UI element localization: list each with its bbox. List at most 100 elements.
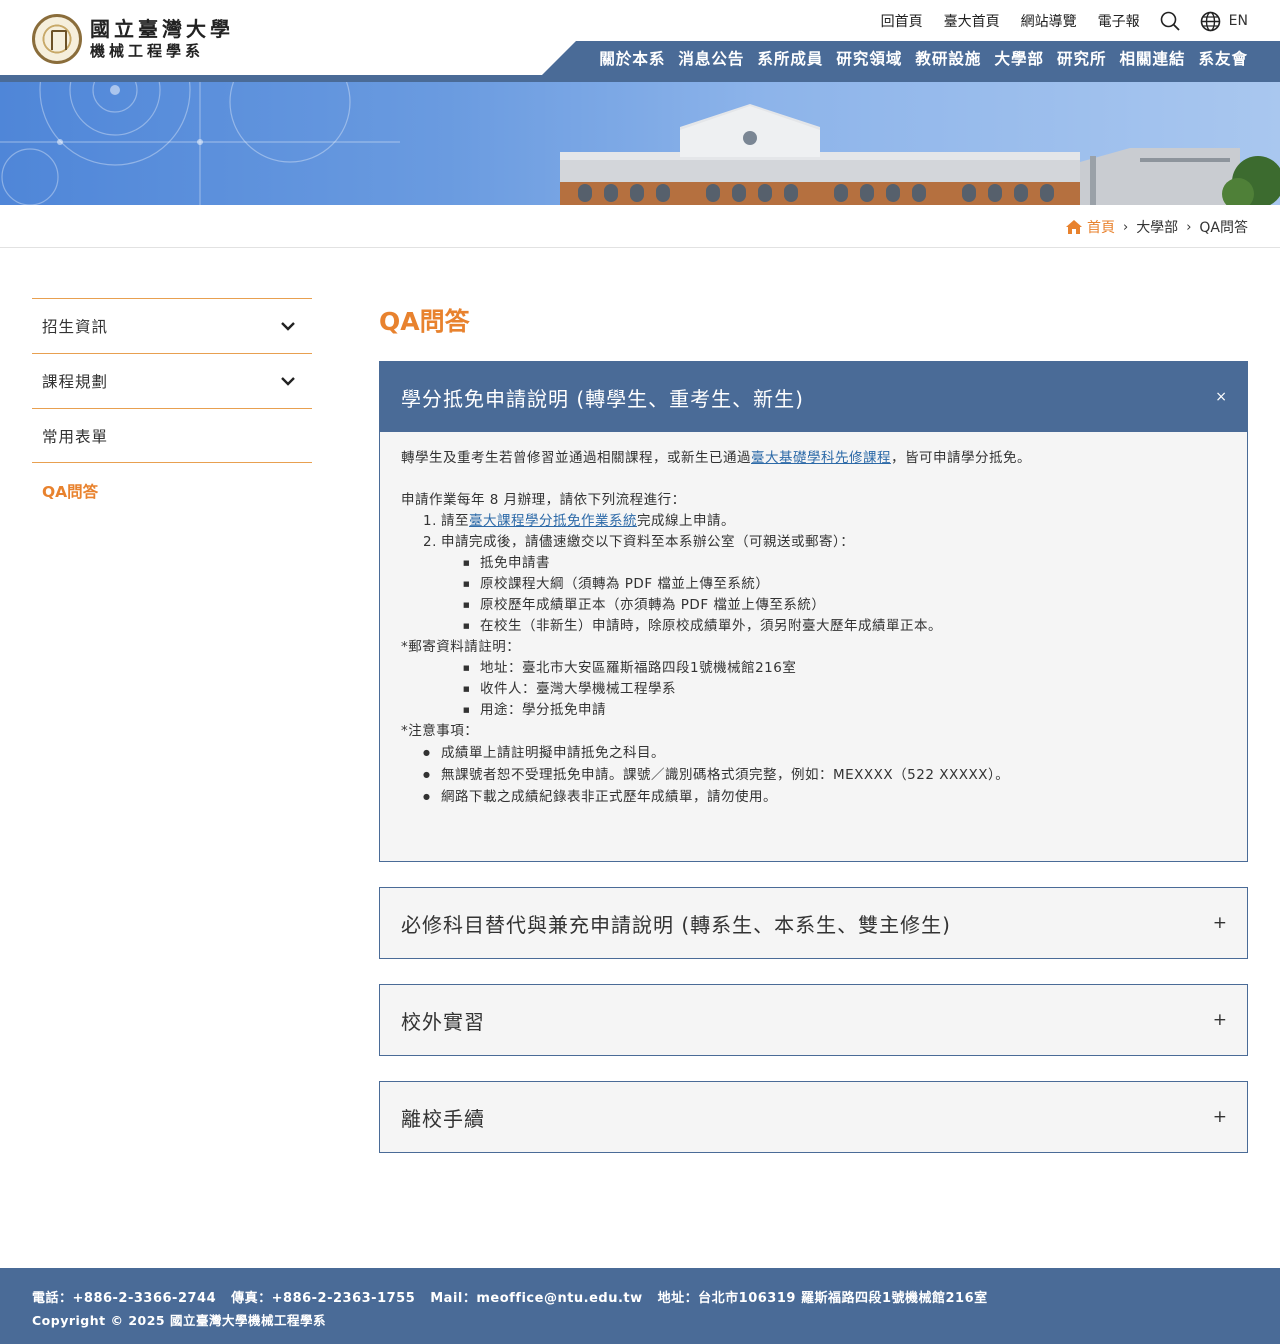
site-header: 國立臺灣大學 機械工程學系 回首頁 臺大首頁 網站導覽 電子報 EN 關於本系 …: [0, 0, 1280, 82]
process-step: 2. 申請完成後，請儘速繳交以下資料至本系辦公室（可親送或郵寄）：: [423, 532, 1226, 553]
sidebar-item-label: 招生資訊: [42, 318, 109, 336]
nav-about[interactable]: 關於本系: [599, 47, 665, 69]
nav-members[interactable]: 系所成員: [757, 47, 823, 69]
footer-address: 地址：台北市106319 羅斯福路四段1號機械館216室: [657, 1291, 988, 1306]
accordion-internship: 校外實習 +: [379, 984, 1248, 1056]
search-button[interactable]: [1160, 11, 1180, 31]
sidebar: 招生資訊 課程規劃 常用表單 QA問答: [32, 298, 312, 518]
utility-nav: 回首頁 臺大首頁 網站導覽 電子報 EN: [860, 9, 1248, 33]
banner-building-illustration: [0, 82, 1280, 205]
expand-icon[interactable]: +: [1213, 913, 1227, 933]
expand-icon[interactable]: +: [1213, 1107, 1227, 1127]
step-number: 1.: [423, 513, 437, 529]
chevron-right-icon: ›: [1122, 219, 1129, 235]
page-title: QA問答: [379, 307, 470, 336]
list-item: 抵免申請書: [463, 553, 1226, 574]
breadcrumb-bar: 首頁 › 大學部 › QA問答: [0, 205, 1280, 248]
step-text-end: 完成線上申請。: [637, 513, 735, 529]
close-icon[interactable]: ×: [1215, 389, 1227, 405]
footer-copyright: Copyright © 2025 國立臺灣大學機械工程學系: [32, 1313, 326, 1328]
list-item: 網路下載之成績紀錄表非正式歷年成績單，請勿使用。: [423, 786, 1226, 808]
site-footer: 電話：+886-2-3366-2744 傳真：+886-2-2363-1755 …: [0, 1268, 1280, 1344]
footer-fax: 傳真：+886-2-2363-1755: [231, 1291, 416, 1306]
mail-info-list: 地址：臺北市大安區羅斯福路四段1號機械館216室 收件人：臺灣大學機械工程學系 …: [401, 658, 1226, 721]
list-item: 用途：學分抵免申請: [463, 700, 1226, 721]
nav-underline: [0, 75, 1280, 82]
ntu-prep-course-link[interactable]: 臺大基礎學科先修課程: [751, 450, 891, 466]
expand-icon[interactable]: +: [1213, 1010, 1227, 1030]
globe-icon: [1200, 11, 1220, 31]
breadcrumb-current: QA問答: [1199, 220, 1248, 236]
sidebar-item-curriculum[interactable]: 課程規劃: [32, 353, 312, 408]
home-icon: [1065, 220, 1082, 234]
list-item: 無課號者恕不受理抵免申請。課號／識別碼格式須完整，例如：MEXXXX（522 X…: [423, 764, 1226, 786]
site-logo[interactable]: 國立臺灣大學 機械工程學系: [32, 14, 234, 64]
main-nav: 關於本系 消息公告 系所成員 研究領域 教研設施 大學部 研究所 相關連結 系友…: [542, 41, 1280, 75]
footer-email[interactable]: Mail：meoffice@ntu.edu.tw: [430, 1287, 642, 1309]
nav-alumni[interactable]: 系友會: [1198, 47, 1248, 69]
breadcrumb: 首頁 › 大學部 › QA問答: [1065, 217, 1248, 237]
sidebar-item-forms[interactable]: 常用表單: [32, 408, 312, 463]
chevron-right-icon: ›: [1186, 219, 1192, 235]
nav-graduate[interactable]: 研究所: [1057, 47, 1107, 69]
accordion-leaving-procedures: 離校手續 +: [379, 1081, 1248, 1153]
notes-list: 成績單上請註明擬申請抵免之科目。 無課號者恕不受理抵免申請。課號／識別碼格式須完…: [401, 742, 1226, 808]
accordion-body: 轉學生及重考生若曾修習並通過相關課程，或新生已通過臺大基礎學科先修課程，皆可申請…: [380, 432, 1247, 808]
process-step: 1. 請至臺大課程學分抵免作業系統完成線上申請。: [423, 511, 1226, 532]
accordion-title: 必修科目替代與兼充申請說明 (轉系生、本系生、雙主修生): [401, 912, 951, 937]
list-item: 成績單上請註明擬申請抵免之科目。: [423, 742, 1226, 764]
top-link-home[interactable]: 回首頁: [881, 11, 923, 31]
accordion-required-course-substitution: 必修科目替代與兼充申請說明 (轉系生、本系生、雙主修生) +: [379, 887, 1248, 959]
nav-facilities[interactable]: 教研設施: [915, 47, 981, 69]
nav-undergraduate[interactable]: 大學部: [994, 47, 1044, 69]
logo-university-name: 國立臺灣大學: [90, 17, 234, 41]
footer-phone: 電話：+886-2-3366-2744: [32, 1291, 217, 1306]
search-icon: [1160, 11, 1180, 31]
list-item: 在校生（非新生）申請時，除原校成績單外，須另附臺大歷年成績單正本。: [463, 616, 1226, 637]
language-switch[interactable]: EN: [1200, 11, 1248, 32]
accordion-header[interactable]: 離校手續 +: [380, 1082, 1247, 1152]
nav-links[interactable]: 相關連結: [1119, 47, 1185, 69]
accordion-title: 學分抵免申請說明 (轉學生、重考生、新生): [401, 386, 804, 411]
top-link-ntu-home[interactable]: 臺大首頁: [944, 11, 1000, 31]
step-text: 請至: [441, 513, 469, 529]
breadcrumb-home-label: 首頁: [1086, 220, 1115, 236]
accordion-header[interactable]: 校外實習 +: [380, 985, 1247, 1055]
accordion-header[interactable]: 學分抵免申請說明 (轉學生、重考生、新生) ×: [380, 362, 1247, 432]
sidebar-item-label: 常用表單: [42, 427, 109, 446]
logo-text: 國立臺灣大學 機械工程學系: [90, 17, 234, 61]
language-label: EN: [1228, 13, 1248, 29]
hero-banner: [0, 82, 1280, 205]
breadcrumb-home[interactable]: 首頁: [1065, 217, 1115, 237]
nav-research[interactable]: 研究領域: [836, 47, 902, 69]
step-number: 2.: [423, 534, 437, 550]
intro-text-end: ，皆可申請學分抵免。: [891, 450, 1031, 466]
credit-waiver-system-link[interactable]: 臺大課程學分抵免作業系統: [469, 513, 637, 529]
accordion-title: 校外實習: [401, 1009, 485, 1034]
nav-news[interactable]: 消息公告: [678, 47, 744, 69]
list-item: 原校歷年成績單正本（亦須轉為 PDF 檔並上傳至系統）: [463, 595, 1226, 616]
university-seal-logo: [32, 14, 82, 64]
chevron-down-icon: [281, 377, 295, 386]
sidebar-item-label: 課程規劃: [42, 373, 109, 391]
process-steps: 1. 請至臺大課程學分抵免作業系統完成線上申請。 2. 申請完成後，請儘速繳交以下資…: [401, 511, 1226, 553]
breadcrumb-undergraduate[interactable]: 大學部: [1136, 217, 1178, 237]
footer-contact: 電話：+886-2-3366-2744 傳真：+886-2-2363-1755 …: [32, 1287, 1248, 1309]
chevron-down-icon: [281, 322, 295, 331]
top-link-newsletter[interactable]: 電子報: [1098, 11, 1140, 31]
accordion-title: 離校手續: [401, 1106, 485, 1131]
intro-paragraph: 轉學生及重考生若曾修習並通過相關課程，或新生已通過臺大基礎學科先修課程，皆可申請…: [401, 448, 1226, 469]
list-item: 地址：臺北市大安區羅斯福路四段1號機械館216室: [463, 658, 1226, 679]
sidebar-item-qa[interactable]: QA問答: [32, 463, 312, 518]
step-text: 申請完成後，請儘速繳交以下資料至本系辦公室（可親送或郵寄）：: [441, 534, 855, 550]
logo-department-name: 機械工程學系: [90, 42, 205, 60]
mail-heading: *郵寄資料請註明：: [401, 639, 521, 655]
notes-heading: *注意事項：: [401, 723, 479, 739]
top-link-sitemap[interactable]: 網站導覽: [1021, 11, 1077, 31]
accordion-credit-waiver: 學分抵免申請說明 (轉學生、重考生、新生) × 轉學生及重考生若曾修習並通過相關…: [379, 361, 1248, 862]
list-item: 原校課程大綱（須轉為 PDF 檔並上傳至系統）: [463, 574, 1226, 595]
accordion-header[interactable]: 必修科目替代與兼充申請說明 (轉系生、本系生、雙主修生) +: [380, 888, 1247, 958]
process-intro: 申請作業每年 8 月辦理，請依下列流程進行：: [401, 492, 686, 508]
list-item: 收件人：臺灣大學機械工程學系: [463, 679, 1226, 700]
sidebar-item-admissions[interactable]: 招生資訊: [32, 298, 312, 353]
